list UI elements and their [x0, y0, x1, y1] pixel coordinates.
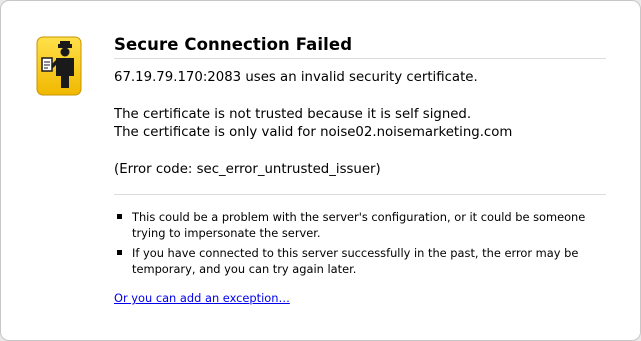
error-summary: 67.19.79.170:2083 uses an invalid securi…: [114, 70, 478, 85]
list-item: This could be a problem with the server'…: [114, 209, 604, 241]
title-divider: [114, 58, 606, 59]
list-item: If you have connected to this server suc…: [114, 245, 604, 277]
add-exception-link[interactable]: Or you can add an exception…: [114, 291, 290, 305]
error-detail-2: The certificate is only valid for noise0…: [114, 125, 513, 140]
error-code: (Error code: sec_error_untrusted_issuer): [114, 162, 381, 177]
error-panel: Secure Connection Failed 67.19.79.170:20…: [0, 0, 641, 341]
error-detail-1: The certificate is not trusted because i…: [114, 107, 472, 122]
bullet-icon: [117, 214, 122, 219]
bullet-icon: [117, 250, 122, 255]
note-text: This could be a problem with the server'…: [132, 210, 586, 240]
security-officer-icon: [36, 36, 82, 96]
content-divider: [114, 194, 606, 195]
note-text: If you have connected to this server suc…: [132, 246, 579, 276]
page-title: Secure Connection Failed: [114, 35, 353, 54]
notes-list: This could be a problem with the server'…: [114, 209, 604, 281]
